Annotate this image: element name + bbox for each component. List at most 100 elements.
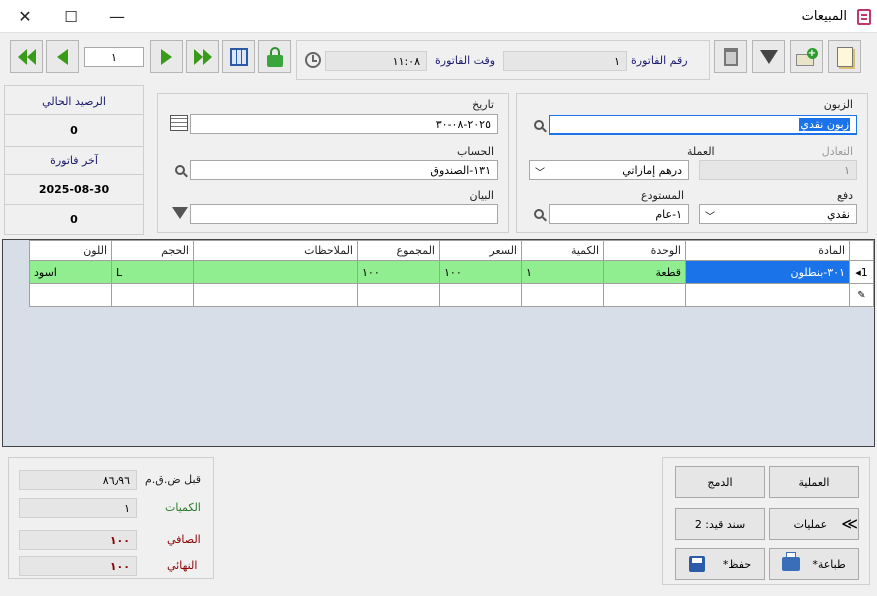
unit-cell[interactable]: قطعة xyxy=(603,260,686,284)
close-button[interactable]: ✕ xyxy=(2,0,48,33)
date-label: تاريخ xyxy=(472,98,494,111)
balance-value: 0 xyxy=(70,124,78,137)
first-record-button[interactable] xyxy=(10,40,43,73)
column-header[interactable]: الوحدة xyxy=(603,240,686,261)
customer-search-button[interactable] xyxy=(529,115,549,135)
last-invoice-label: آخر فاتورة xyxy=(50,154,98,167)
customer-label: الزبون xyxy=(823,98,853,111)
double-left-arrow-icon xyxy=(17,48,36,65)
search-icon xyxy=(534,209,544,219)
window-title: المبيعات xyxy=(801,9,847,24)
account-label: الحساب xyxy=(456,145,494,158)
notes-cell[interactable] xyxy=(193,260,358,284)
table-header: المادة الوحدة الكمية السعر المجموع الملا… xyxy=(29,240,874,261)
empty-cell[interactable] xyxy=(357,283,440,307)
grid-view-button[interactable] xyxy=(222,40,255,73)
statement-label: البيان xyxy=(469,189,494,202)
column-header[interactable]: المادة xyxy=(685,240,850,261)
new-row-icon: ✎ xyxy=(849,283,874,307)
customer-input[interactable]: زبون نقدي xyxy=(549,115,857,135)
pre-vat-field: ٨٦٫٩٦ xyxy=(19,470,137,490)
delete-button[interactable] xyxy=(714,40,747,73)
right-arrow-icon xyxy=(161,48,172,65)
column-header[interactable]: المجموع xyxy=(357,240,440,261)
minimize-button[interactable]: — xyxy=(94,0,140,33)
item-cell[interactable]: ٣٠١-بنطلون xyxy=(685,260,850,284)
color-cell[interactable]: اسود xyxy=(29,260,112,284)
payment-select[interactable]: ﹀ نقدي xyxy=(699,204,857,224)
net-label: الصافي xyxy=(167,533,201,546)
journal-entry-button[interactable]: سند قيد: 2 xyxy=(675,508,765,540)
warehouse-search-button[interactable] xyxy=(529,204,549,224)
clock-icon xyxy=(305,52,321,68)
print-button[interactable]: طباعة* xyxy=(769,548,859,580)
warehouse-input[interactable]: ١-عام xyxy=(549,204,689,224)
qty-cell[interactable]: ١ xyxy=(521,260,604,284)
items-grid[interactable]: المادة الوحدة الكمية السعر المجموع الملا… xyxy=(2,239,875,447)
invoice-time-field: ١١:٠٨ xyxy=(325,51,427,71)
new-row[interactable]: ✎ xyxy=(29,283,874,307)
currency-select[interactable]: ﹀ درهم إماراتي xyxy=(529,160,689,180)
date-input[interactable]: ٢٠٢٥-٠٨-٣٠ xyxy=(190,114,498,134)
row-header-corner xyxy=(849,240,874,261)
lock-button[interactable] xyxy=(258,40,291,73)
printer-icon xyxy=(782,552,801,571)
operations-button[interactable]: ≫ عمليات xyxy=(769,508,859,540)
last-invoice-date: 2025-08-30 xyxy=(38,183,110,196)
trash-icon xyxy=(723,47,738,66)
final-field: ١٠٠ xyxy=(19,556,137,576)
left-arrow-icon xyxy=(57,48,68,65)
column-header[interactable]: الملاحظات xyxy=(193,240,358,261)
operation-button[interactable]: العملية xyxy=(769,466,859,498)
last-record-button[interactable] xyxy=(186,40,219,73)
empty-cell[interactable] xyxy=(29,283,112,307)
account-input[interactable]: ١٣١-الصندوق xyxy=(190,160,498,180)
empty-cell[interactable] xyxy=(111,283,194,307)
record-number-input[interactable]: ١ xyxy=(84,47,144,67)
next-record-button[interactable] xyxy=(150,40,183,73)
currency-label: العملة xyxy=(687,145,715,158)
empty-cell[interactable] xyxy=(603,283,686,307)
payment-label: دفع xyxy=(836,189,853,202)
empty-cell[interactable] xyxy=(521,283,604,307)
app-icon xyxy=(857,9,871,25)
column-header[interactable]: الكمية xyxy=(521,240,604,261)
totals-panel: ٨٦٫٩٦ قبل ض.ق.م ١ الكميات ١٠٠ الصافي ١٠٠… xyxy=(8,457,214,579)
empty-cell[interactable] xyxy=(193,283,358,307)
account-search-button[interactable] xyxy=(170,160,190,180)
size-cell[interactable]: L xyxy=(111,260,194,284)
funnel-icon[interactable] xyxy=(172,207,188,219)
final-label: النهائي xyxy=(167,559,198,572)
chevron-down-icon: ﹀ xyxy=(705,212,715,223)
date-account-group: تاريخ ٢٠٢٥-٠٨-٣٠ الحساب ١٣١-الصندوق البي… xyxy=(157,93,509,233)
column-header[interactable]: الحجم xyxy=(111,240,194,261)
empty-cell[interactable] xyxy=(685,283,850,307)
filter-button[interactable] xyxy=(752,40,785,73)
floppy-disk-icon xyxy=(688,556,705,572)
save-button[interactable]: حفظ* xyxy=(675,548,765,580)
search-icon xyxy=(175,165,185,175)
net-field: ١٠٠ xyxy=(19,530,137,550)
calendar-icon[interactable] xyxy=(170,115,188,131)
total-cell[interactable]: ١٠٠ xyxy=(357,260,440,284)
add-record-button[interactable]: + xyxy=(790,40,823,73)
column-header[interactable]: اللون xyxy=(29,240,112,261)
last-invoice-value: 0 xyxy=(70,213,78,226)
row-marker[interactable]: 1◂ xyxy=(849,260,874,284)
double-chevron-down-icon: ≫ xyxy=(841,514,858,533)
search-icon xyxy=(534,120,544,130)
column-header[interactable]: السعر xyxy=(439,240,522,261)
table-row[interactable]: 1◂ ٣٠١-بنطلون قطعة ١ ١٠٠ ١٠٠ L اسود xyxy=(29,260,874,284)
items-table: المادة الوحدة الكمية السعر المجموع الملا… xyxy=(29,240,874,307)
exchange-rate-field: ١ xyxy=(699,160,857,180)
merge-button[interactable]: الدمج xyxy=(675,466,765,498)
previous-record-button[interactable] xyxy=(46,40,79,73)
lock-icon xyxy=(266,46,283,67)
quantities-label: الكميات xyxy=(165,501,201,514)
new-document-button[interactable] xyxy=(828,40,861,73)
new-document-icon xyxy=(836,46,853,67)
price-cell[interactable]: ١٠٠ xyxy=(439,260,522,284)
statement-input[interactable] xyxy=(190,204,498,224)
empty-cell[interactable] xyxy=(439,283,522,307)
maximize-button[interactable]: ☐ xyxy=(48,0,94,33)
